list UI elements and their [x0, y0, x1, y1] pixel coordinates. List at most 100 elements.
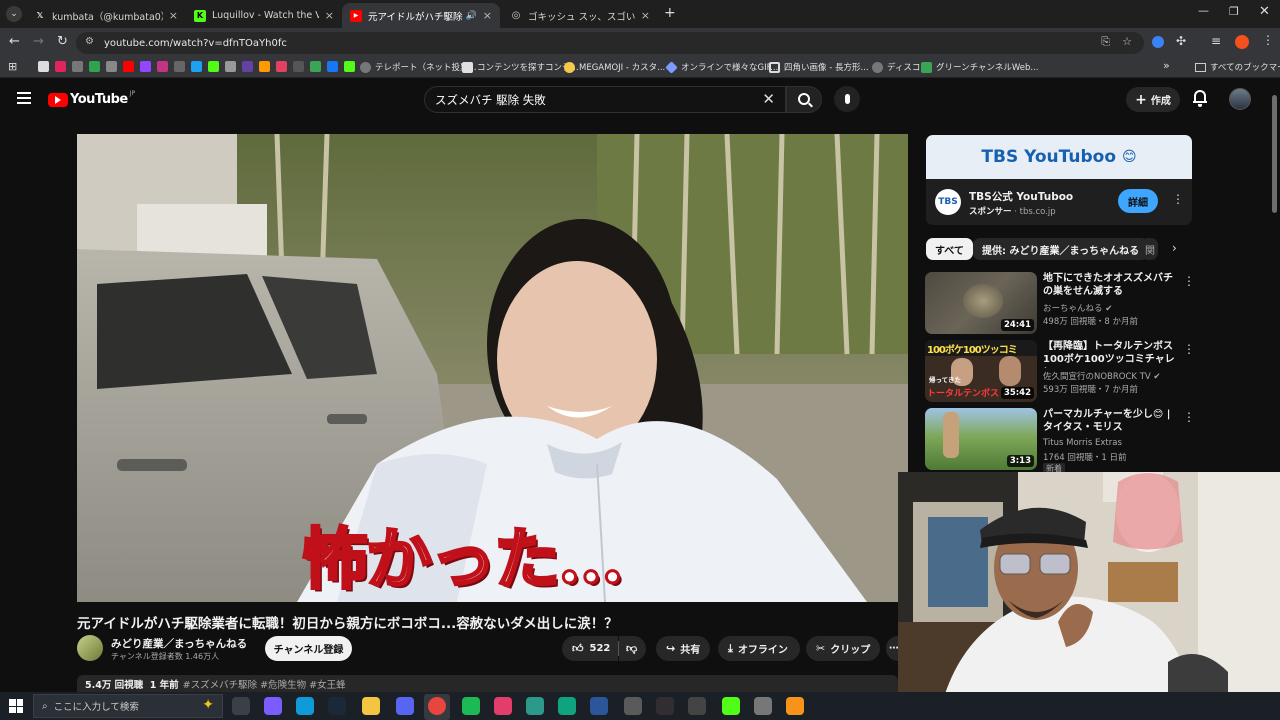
reload-button[interactable]: ↻ — [57, 34, 68, 49]
bookmark-green-channel[interactable]: グリーンチャンネルWeb... — [921, 60, 1038, 74]
close-icon[interactable]: × — [483, 9, 492, 22]
minimize-button[interactable]: — — [1198, 4, 1209, 17]
tab-youtube-active[interactable]: ▶ 元アイドルがハチ駆除業者に転 🔊 × — [342, 3, 500, 28]
maximize-button[interactable]: ❐ — [1229, 5, 1239, 18]
recommendation-item[interactable]: 3:13 パーマカルチャーを少し😊 | タイタス・モリス Titus Morri… — [925, 408, 1195, 474]
instagram-bookmark-icon[interactable] — [276, 61, 287, 72]
tab-earth[interactable]: ◎ ゴキッシュ スッ、スゴい！ | アース製 × — [502, 3, 658, 28]
shield-bookmark-icon[interactable] — [72, 61, 83, 72]
task-view-icon[interactable] — [232, 697, 250, 715]
bluesky-bookmark-icon[interactable] — [327, 61, 338, 72]
recommendation-item[interactable]: 100ボケ100ツッコミ 帰ってきた トータルテンボス 35:42 【再降臨】ト… — [925, 340, 1195, 402]
close-window-button[interactable]: ✕ — [1259, 4, 1270, 19]
file-explorer-icon[interactable] — [362, 697, 380, 715]
twitch-bookmark-icon[interactable] — [140, 61, 151, 72]
chatgpt-icon[interactable] — [558, 697, 576, 715]
edge-icon[interactable] — [296, 697, 314, 715]
discord-icon[interactable] — [396, 697, 414, 715]
kick-bookmark-icon[interactable] — [208, 61, 219, 72]
page-scrollbar[interactable] — [1272, 95, 1277, 213]
more-actions-button[interactable]: ⋯ — [886, 636, 898, 661]
channel-avatar[interactable] — [77, 635, 103, 661]
bookmark-teleport[interactable]: テレポート（ネット投票... — [360, 60, 477, 74]
bookmark-disco[interactable]: ディスコ — [872, 60, 920, 74]
create-button[interactable]: + 作成 — [1126, 87, 1180, 112]
video-thumbnail[interactable]: 100ボケ100ツッコミ 帰ってきた トータルテンボス 35:42 — [925, 340, 1037, 402]
lips-app-icon[interactable] — [494, 697, 512, 715]
capture-icon[interactable] — [688, 697, 706, 715]
green-bookmark-icon[interactable] — [310, 61, 321, 72]
speaker-icon[interactable]: 🔊 — [466, 11, 477, 21]
ad-more-icon[interactable]: ⋮ — [1172, 192, 1184, 206]
clip-button[interactable]: ✂ クリップ — [806, 636, 880, 661]
ad-avatar[interactable]: TBS — [935, 189, 961, 215]
forward-button[interactable]: → — [33, 34, 44, 49]
all-bookmarks[interactable]: すべてのブックマーク — [1195, 60, 1280, 74]
hashtags[interactable]: #スズメバチ駆除 #危険生物 #女王蜂 — [183, 677, 346, 691]
dislike-button[interactable]: 👎︎ — [619, 636, 646, 661]
vpn-shield-icon[interactable] — [754, 697, 772, 715]
bitcoin-icon[interactable] — [786, 697, 804, 715]
extension-icon[interactable] — [1152, 36, 1164, 48]
twitch-bookmark-icon[interactable] — [242, 61, 253, 72]
x-bookmark-icon[interactable] — [38, 61, 49, 72]
video-player[interactable]: 怖かった… — [77, 134, 908, 602]
bookmark-square-image[interactable]: 四角い画像 - 長方形... — [769, 60, 869, 74]
apps-grid-icon[interactable]: ⊞ — [8, 60, 17, 73]
search-button[interactable] — [786, 86, 822, 113]
chip-all[interactable]: すべて — [926, 238, 973, 260]
youtube-bookmark-icon[interactable] — [123, 61, 134, 72]
address-bar[interactable]: ⚙ youtube.com/watch?v=dfnTOaYh0fc ⎘ ☆ — [76, 32, 1144, 54]
copilot-icon[interactable] — [264, 697, 282, 715]
tab-kick[interactable]: K Luquillov - Watch the VOD on × — [186, 3, 342, 28]
settings-app-icon[interactable] — [624, 697, 642, 715]
tab-x[interactable]: 𝕏 kumbata（@kumbata0）さん / × — [26, 3, 186, 28]
bookmark-star-icon[interactable]: ☆ — [1122, 35, 1132, 48]
voice-search-button[interactable] — [834, 86, 860, 112]
tab-search-button[interactable]: ⌄ — [6, 6, 22, 22]
close-icon[interactable]: × — [641, 9, 650, 22]
more-options-icon[interactable]: ⋮ — [1183, 274, 1195, 288]
taskbar-search[interactable]: ⌕ ここに入力して検索 ✦ — [33, 694, 223, 718]
word-doc-icon[interactable] — [590, 697, 608, 715]
ad-details-button[interactable]: 詳細 — [1118, 189, 1158, 213]
more-options-icon[interactable]: ⋮ — [1183, 342, 1195, 356]
twitter-bookmark-icon[interactable] — [191, 61, 202, 72]
spotify-icon[interactable] — [462, 697, 480, 715]
obs-icon[interactable] — [656, 697, 674, 715]
channel-name[interactable]: みどり産業／まっちゃんねる — [111, 636, 247, 651]
subscribe-button[interactable]: チャンネル登録 — [265, 636, 352, 661]
download-button[interactable]: ⤓ オフライン — [718, 636, 800, 661]
notifications-bell-icon[interactable] — [1193, 90, 1207, 107]
camera-bookmark-icon[interactable] — [157, 61, 168, 72]
kick-app-icon[interactable] — [722, 697, 740, 715]
chip-related[interactable]: 関 — [1141, 238, 1158, 260]
ad-banner[interactable]: TBS YouTuboo 😊︎ — [926, 135, 1192, 179]
steam-icon[interactable] — [328, 697, 346, 715]
recommendation-item[interactable]: 24:41 地下にできたオオスズメバチの巣をせん滅する おーちゃんねる ✔︎ 4… — [925, 272, 1195, 334]
puzzle-icon[interactable]: ✣ — [1176, 34, 1186, 48]
netflix-bookmark-icon[interactable] — [55, 61, 66, 72]
bookmark-overflow-icon[interactable]: » — [1163, 59, 1170, 72]
chrome-icon[interactable] — [428, 697, 446, 715]
video-thumbnail[interactable]: 24:41 — [925, 272, 1037, 334]
more-options-icon[interactable]: ⋮ — [1183, 410, 1195, 424]
install-icon[interactable]: ⎘ — [1101, 35, 1110, 49]
clear-search-icon[interactable]: ✕ — [762, 90, 775, 108]
ad-name[interactable]: TBS公式 YouTuboo — [969, 189, 1073, 204]
youtube-logo[interactable]: YouTube JP — [48, 90, 135, 107]
description-box[interactable]: 5.4万 回視聴 1 年前 #スズメバチ駆除 #危険生物 #女王蜂 — [77, 675, 898, 692]
chat-bookmark-icon[interactable] — [106, 61, 117, 72]
cube-bookmark-icon[interactable] — [293, 61, 304, 72]
bookmark-contents[interactable]: コンテンツを探すコンテ... — [462, 60, 579, 74]
kick-bookmark-icon[interactable] — [344, 61, 355, 72]
bookmark-gif[interactable]: オンラインで様々なGIF... — [665, 60, 778, 74]
search-input[interactable]: スズメバチ 駆除 失敗 ✕ — [424, 86, 786, 113]
steam-bookmark-icon[interactable] — [174, 61, 185, 72]
browser-menu-icon[interactable]: ⋮ — [1262, 33, 1274, 47]
chip-channel[interactable]: 提供: みどり産業／まっちゃんねる — [973, 238, 1149, 260]
start-button[interactable] — [9, 699, 23, 713]
grid-bookmark-icon[interactable] — [225, 61, 236, 72]
video-thumbnail[interactable]: 3:13 — [925, 408, 1037, 470]
account-avatar[interactable] — [1229, 88, 1251, 110]
